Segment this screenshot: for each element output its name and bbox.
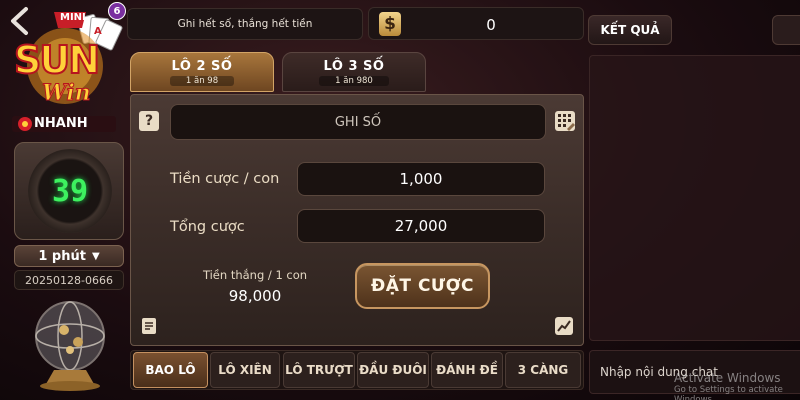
tab-bao-lo[interactable]: BAO LÔ: [133, 352, 208, 388]
tab-label: LÔ 2 SỐ: [171, 58, 233, 74]
notification-count-badge[interactable]: 6: [108, 2, 126, 20]
bet-per-unit-input[interactable]: 1,000: [297, 162, 545, 196]
balance-display: $ 0: [368, 7, 584, 40]
watermark-title: Activate Windows: [674, 371, 781, 385]
chart-icon[interactable]: [554, 316, 574, 336]
balance-value: 0: [486, 15, 496, 34]
win-per-unit-label: Tiền thắng / 1 con: [202, 268, 308, 282]
countdown-value: 39: [51, 173, 89, 209]
total-bet-value: 27,000: [297, 209, 545, 243]
mini-badge: MINI: [60, 12, 86, 23]
brand-sun-text: SUN: [13, 37, 101, 83]
slogan-bar: Ghi hết số, thắng hết tiền: [127, 8, 363, 40]
tab-danh-de[interactable]: ĐÁNH ĐỀ: [431, 352, 503, 388]
interval-dropdown[interactable]: 1 phút ▼: [14, 245, 124, 267]
results-panel: [589, 55, 800, 341]
interval-value: 1 phút: [38, 248, 86, 264]
svg-text:A: A: [94, 26, 102, 37]
number-input[interactable]: GHI SỐ: [170, 104, 546, 140]
tab-lo-xien[interactable]: LÔ XIÊN: [210, 352, 280, 388]
tab-lo-2-so[interactable]: LÔ 2 SỐ 1 ăn 98: [130, 52, 274, 92]
menu-button[interactable]: [772, 15, 800, 45]
brand-nhanh-text: NHANH: [34, 116, 88, 131]
place-bet-button[interactable]: ĐẶT CƯỢC: [355, 263, 490, 309]
keypad-icon[interactable]: [554, 110, 576, 132]
results-button[interactable]: KẾT QUẢ: [588, 15, 672, 45]
tab-lo-truot[interactable]: LÔ TRƯỢT: [283, 352, 355, 388]
notes-icon[interactable]: [139, 316, 159, 336]
activate-windows-watermark: Activate Windows Go to Settings to activ…: [674, 371, 800, 400]
caret-down-icon: ▼: [91, 250, 100, 262]
countdown-timer: 39: [14, 142, 124, 240]
win-per-unit-value: 98,000: [228, 287, 282, 305]
bet-per-unit-label: Tiền cược / con: [170, 171, 280, 187]
watermark-subtitle: Go to Settings to activate Windows.: [674, 384, 783, 400]
dollar-icon: $: [379, 12, 401, 36]
session-id: 20250128-0666: [14, 270, 124, 290]
tab-lo-3-so[interactable]: LÔ 3 SỐ 1 ăn 980: [282, 52, 426, 92]
lottery-globe-icon: [24, 294, 116, 394]
tab-odds: 1 ăn 98: [169, 75, 235, 86]
tab-3-cang[interactable]: 3 CÀNG: [505, 352, 581, 388]
tab-odds: 1 ăn 980: [319, 75, 389, 86]
tab-label: LÔ 3 SỐ: [323, 58, 385, 74]
timer-dial: 39: [28, 149, 112, 233]
help-icon[interactable]: ?: [139, 111, 159, 131]
sunwin-logo: A MINI 6 SUN Win NHANH: [10, 2, 126, 133]
tab-dau-duoi[interactable]: ĐẦU ĐUÔI: [357, 352, 429, 388]
total-bet-label: Tổng cược: [170, 219, 245, 235]
brand-win-text: Win: [42, 80, 92, 107]
